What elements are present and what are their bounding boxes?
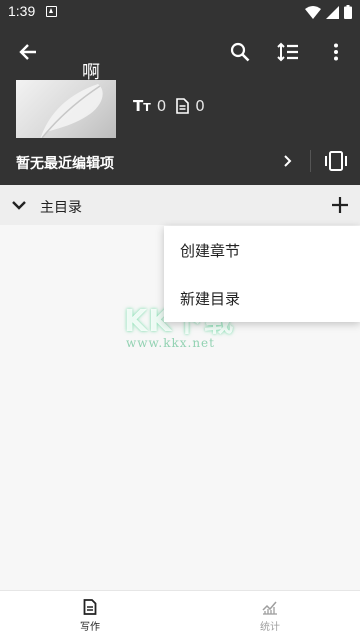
status-time: 1:39	[8, 3, 36, 19]
nav-label-stats: 统计	[260, 621, 280, 633]
search-icon	[230, 42, 250, 62]
menu-item-create-chapter[interactable]: 创建章节	[164, 226, 360, 274]
status-icons	[305, 5, 352, 19]
vibrate-button[interactable]	[322, 148, 350, 174]
document-icon	[176, 98, 190, 114]
menu-item-new-directory[interactable]: 新建目录	[164, 274, 360, 322]
back-button[interactable]	[10, 34, 46, 70]
sort-button[interactable]	[270, 34, 306, 70]
more-options-button[interactable]	[318, 34, 354, 70]
directory-header[interactable]: 主目录	[0, 185, 360, 225]
chevron-right-icon[interactable]	[280, 152, 296, 170]
chapter-count: 0	[195, 97, 205, 115]
directory-title: 主目录	[40, 200, 82, 216]
font-size-icon: TT	[133, 97, 151, 115]
nav-item-stats[interactable]: 统计	[180, 591, 360, 640]
wifi-icon	[305, 5, 321, 19]
nav-item-write[interactable]: 写作	[0, 591, 180, 640]
vibrate-icon	[325, 151, 347, 171]
book-stats: TT 0 0	[133, 97, 205, 115]
recent-edits-label[interactable]: 暂无最近编辑项	[16, 153, 114, 173]
search-button[interactable]	[222, 34, 258, 70]
word-count: 0	[156, 97, 167, 115]
add-icon[interactable]	[328, 193, 352, 217]
signal-icon	[326, 5, 339, 19]
chart-icon	[262, 601, 277, 615]
battery-icon	[344, 5, 352, 19]
nav-label-write: 写作	[80, 622, 100, 633]
sort-icon	[277, 42, 298, 62]
popup-menu: 创建章节 新建目录	[164, 226, 360, 322]
arrow-back-icon	[19, 44, 36, 60]
more-vert-icon	[334, 43, 338, 61]
book-cover[interactable]	[16, 80, 116, 138]
document-icon	[83, 599, 97, 615]
feather-icon	[40, 84, 103, 138]
toolbar	[0, 24, 360, 80]
notification-icon	[46, 6, 57, 17]
book-title: 啊	[82, 62, 100, 83]
divider	[310, 150, 311, 172]
status-bar: 1:39	[0, 0, 360, 24]
bottom-navigation: 写作 统计	[0, 590, 360, 640]
chevron-down-icon[interactable]	[10, 197, 28, 213]
watermark-url: www.kkx.net	[126, 336, 215, 350]
